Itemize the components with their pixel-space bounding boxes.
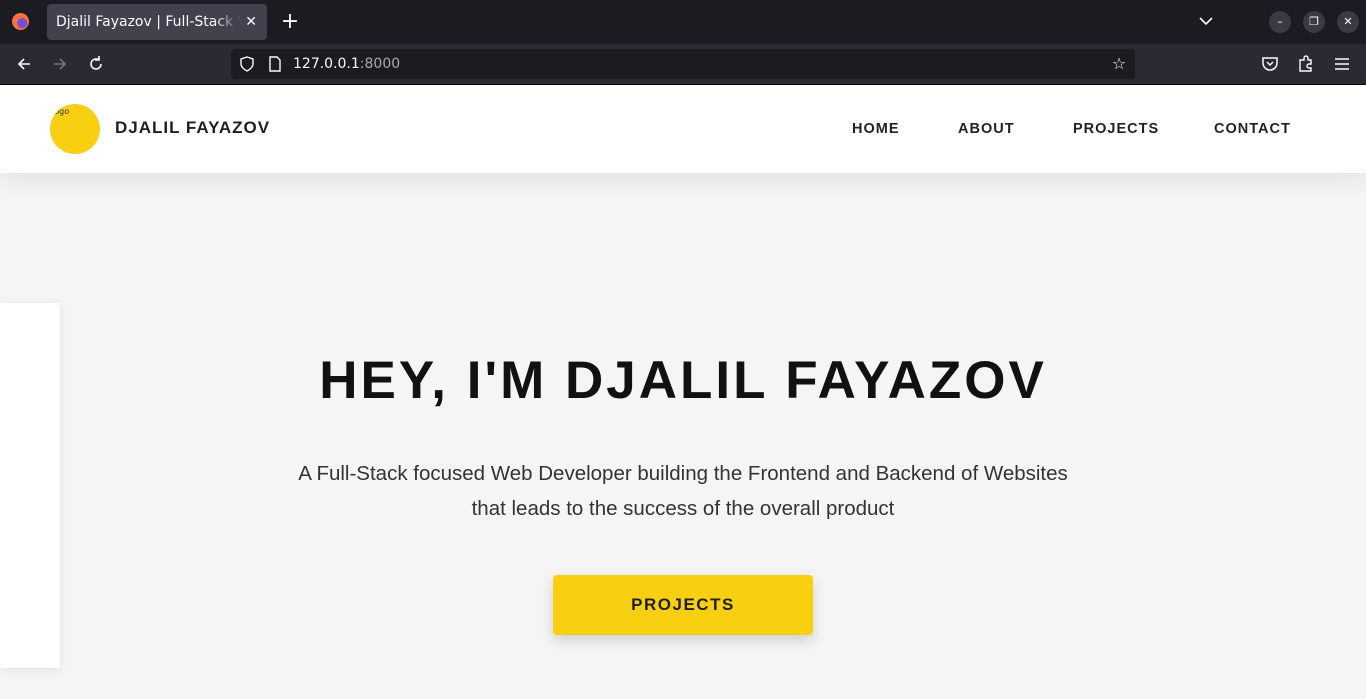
back-arrow-icon[interactable]	[14, 54, 34, 74]
minimize-button[interactable]: –	[1269, 11, 1291, 33]
restore-button[interactable]: ❐	[1303, 11, 1325, 33]
hero-subtitle-line-1: A Full-Stack focused Web Developer build…	[298, 462, 1068, 485]
social-icon[interactable]	[54, 338, 64, 346]
address-bar[interactable]: 127.0.0.1:8000 ☆	[231, 49, 1135, 79]
forward-arrow-icon[interactable]	[50, 54, 70, 74]
browser-toolbar: 127.0.0.1:8000 ☆	[0, 44, 1366, 85]
browser-tab-bar: Djalil Fayazov | Full-Stack Web Develope…	[0, 0, 1366, 44]
reload-icon[interactable]	[86, 54, 106, 74]
extensions-icon[interactable]	[1296, 54, 1316, 74]
social-icon[interactable]	[54, 468, 64, 476]
social-icon[interactable]	[54, 533, 64, 541]
pocket-icon[interactable]	[1260, 54, 1280, 74]
hero-subtitle-line-2: that leads to the success of the overall…	[471, 497, 895, 520]
tab-title: Djalil Fayazov | Full-Stack Web Develope…	[56, 14, 241, 30]
nav-about[interactable]: ABOUT	[958, 121, 1015, 137]
nav-contact[interactable]: CONTACT	[1214, 121, 1291, 137]
logo-alt-text: logo	[52, 107, 70, 116]
close-window-button[interactable]: ✕	[1337, 11, 1359, 33]
tab-close-icon[interactable]: ✕	[245, 4, 257, 40]
nav-projects[interactable]: PROJECTS	[1073, 121, 1159, 137]
firefox-logo-icon	[12, 13, 29, 30]
menu-icon[interactable]	[1332, 54, 1352, 74]
projects-cta-button[interactable]: PROJECTS	[553, 575, 813, 635]
browser-tab[interactable]: Djalil Fayazov | Full-Stack Web Develope…	[47, 4, 267, 40]
new-tab-button[interactable]: +	[280, 8, 300, 36]
page-icon[interactable]	[269, 56, 281, 72]
url-host: 127.0.0.1	[293, 56, 360, 72]
bookmark-star-icon[interactable]: ☆	[1109, 54, 1129, 74]
url-port: :8000	[359, 56, 401, 72]
hero-subtitle: A Full-Stack focused Web Developer build…	[283, 456, 1083, 526]
shield-icon[interactable]	[240, 56, 254, 72]
social-icon[interactable]	[54, 598, 64, 606]
hero-title: HEY, I'M DJALIL FAYAZOV	[319, 351, 1047, 410]
site-logo[interactable]: logo	[50, 104, 100, 154]
brand-name[interactable]: DJALIL FAYAZOV	[115, 118, 270, 138]
nav-home[interactable]: HOME	[852, 121, 900, 137]
list-all-tabs-chevron-icon[interactable]	[1196, 10, 1216, 32]
site-header: logo DJALIL FAYAZOV HOME ABOUT PROJECTS …	[0, 85, 1366, 173]
url-text[interactable]: 127.0.0.1:8000	[293, 49, 400, 79]
